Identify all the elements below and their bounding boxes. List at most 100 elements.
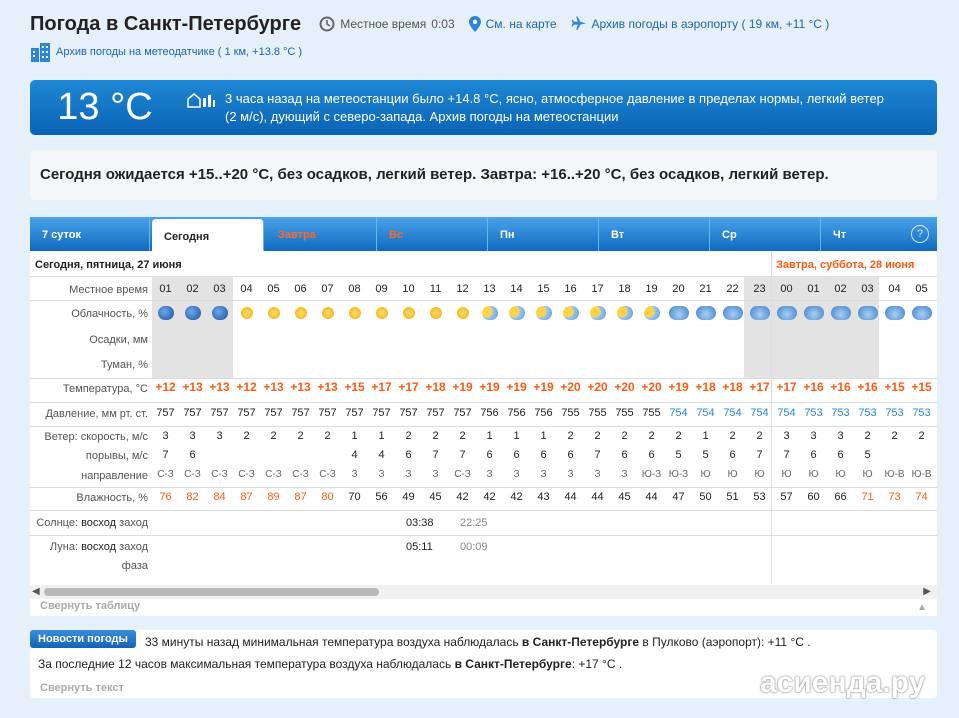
news-button[interactable]: Новости погоды [30, 630, 136, 648]
cloudy-icon [776, 306, 797, 320]
tab-monday[interactable]: Пн [488, 217, 599, 251]
pressure-row: 757 757 757 757 757 757 757 757 757 757 757 757 756 7… [152, 407, 935, 427]
gust-cell [206, 449, 233, 469]
humidity-cell: 89 [267, 491, 280, 503]
news-unit: °C . [602, 657, 623, 671]
temperature-cell: +18 [425, 380, 446, 394]
cloud-cell [368, 303, 395, 323]
divider [30, 300, 937, 301]
forecast-summary: Сегодня ожидается +15..+20 °C, без осадк… [30, 150, 937, 200]
pressure-cell: 755 [561, 407, 580, 419]
pressure-cell: 753 [831, 407, 850, 419]
page-title: Погода в Санкт-Петербурге [30, 12, 302, 35]
cloud-row [152, 303, 935, 323]
sensor-archive-link[interactable]: Архив погоды на метеодатчике ( 1 км, +13… [30, 42, 302, 62]
map-link-label: См. на карте [485, 17, 557, 31]
divider [30, 378, 937, 379]
wind-cell: 2 [891, 430, 898, 442]
help-icon[interactable]: ? [911, 225, 929, 243]
cloud-cell [908, 303, 935, 323]
tab-tuesday[interactable]: Вт [599, 217, 710, 251]
pressure-cell: 753 [885, 407, 904, 419]
wind-cell: 2 [864, 430, 871, 442]
day-tabs: 7 суток Сегодня Завтра Вс Пн Вт Ср Чт ? [30, 217, 937, 253]
tab-sunday[interactable]: Вс [377, 217, 488, 251]
temperature-cell: +16 [857, 380, 878, 394]
partly-cloudy-icon [643, 306, 660, 320]
gust-cell [881, 449, 908, 469]
label-humidity: Влажность, % [76, 492, 148, 504]
gust-cell [260, 449, 287, 469]
direction-cell: Ю-З [668, 469, 689, 480]
partly-cloudy-icon [481, 306, 498, 320]
pressure-cell: 757 [183, 407, 202, 419]
direction-cell: С-З [184, 469, 201, 480]
direction-cell: З [405, 469, 412, 480]
news-line-2: За последние 12 часов максимальная темпе… [38, 657, 622, 671]
sun-icon [321, 307, 334, 319]
temperature-cell: +13 [182, 380, 203, 394]
night-cloud-icon [157, 306, 174, 320]
pressure-cell: 757 [345, 407, 364, 419]
table-scrollbar[interactable]: ◀ ▶ [30, 585, 937, 599]
temperature-cell: +20 [587, 380, 608, 394]
cloud-cell [800, 303, 827, 323]
pressure-cell: 757 [291, 407, 310, 419]
tab-7-days[interactable]: 7 суток [30, 217, 150, 251]
cloud-cell [179, 303, 206, 323]
pressure-cell: 757 [453, 407, 472, 419]
temperature-cell: +15 [344, 380, 365, 394]
collapse-text-button[interactable]: Свернуть текст [40, 682, 124, 694]
cloudy-icon [722, 306, 743, 320]
tab-tomorrow[interactable]: Завтра [266, 217, 377, 251]
pressure-cell: 754 [723, 407, 742, 419]
humidity-cell: 60 [807, 491, 820, 503]
gust-cell [908, 449, 935, 469]
scroll-right-icon[interactable]: ▶ [923, 586, 931, 597]
gust-cell: 6 [729, 449, 736, 461]
collapse-table-button[interactable]: Свернуть таблицу [40, 600, 140, 612]
label-temperature: Температура, °C [62, 383, 148, 395]
tab-wednesday[interactable]: Ср [710, 217, 821, 251]
direction-cell: Ю [727, 469, 738, 480]
sunset-time: 22:25 [460, 517, 488, 529]
cloud-cell [314, 303, 341, 323]
map-link[interactable]: См. на карте [468, 16, 557, 32]
cloud-cell [206, 303, 233, 323]
humidity-cell: 44 [564, 491, 577, 503]
sun-rise-label: восход [81, 517, 117, 529]
clock-icon [319, 16, 335, 32]
building-icon [31, 43, 50, 62]
gust-cell: 7 [162, 449, 169, 461]
cloud-cell [692, 303, 719, 323]
wind-cell: 3 [189, 430, 196, 442]
divider [30, 510, 937, 511]
pressure-cell: 754 [750, 407, 769, 419]
direction-cell: Ю [835, 469, 846, 480]
cloud-cell [395, 303, 422, 323]
news-unit: °C . [790, 635, 811, 649]
wind-cell: 2 [459, 430, 466, 442]
divider [30, 402, 937, 403]
cloud-cell [746, 303, 773, 323]
scrollbar-thumb[interactable] [44, 588, 379, 596]
wind-cell: 1 [702, 430, 709, 442]
label-phase: фаза [121, 560, 148, 572]
collapse-arrow-icon[interactable]: ▲ [917, 602, 927, 613]
wind-cell: 2 [243, 430, 250, 442]
news-text: 33 минуты назад минимальная температура … [145, 635, 522, 649]
cloudy-icon [911, 306, 932, 320]
current-temperature: 13 °C [57, 86, 153, 128]
gust-cell [233, 449, 260, 469]
direction-cell: Ю [862, 469, 873, 480]
airport-archive-link[interactable]: Архив погоды в аэропорту ( 19 км, +11 °C… [571, 16, 829, 32]
scroll-left-icon[interactable]: ◀ [32, 586, 40, 597]
direction-cell: С-З [157, 469, 174, 480]
night-cloud-icon [184, 306, 201, 320]
sun-prefix: Солнце: [36, 517, 79, 529]
cloud-cell [584, 303, 611, 323]
humidity-row: 76 82 84 87 89 87 80 70 56 49 45 42 42 42 43 44 44 45 44 47… [152, 491, 935, 511]
temperature-cell: +17 [776, 380, 797, 394]
temperature-cell: +15 [884, 380, 905, 394]
tab-today[interactable]: Сегодня [152, 219, 264, 253]
